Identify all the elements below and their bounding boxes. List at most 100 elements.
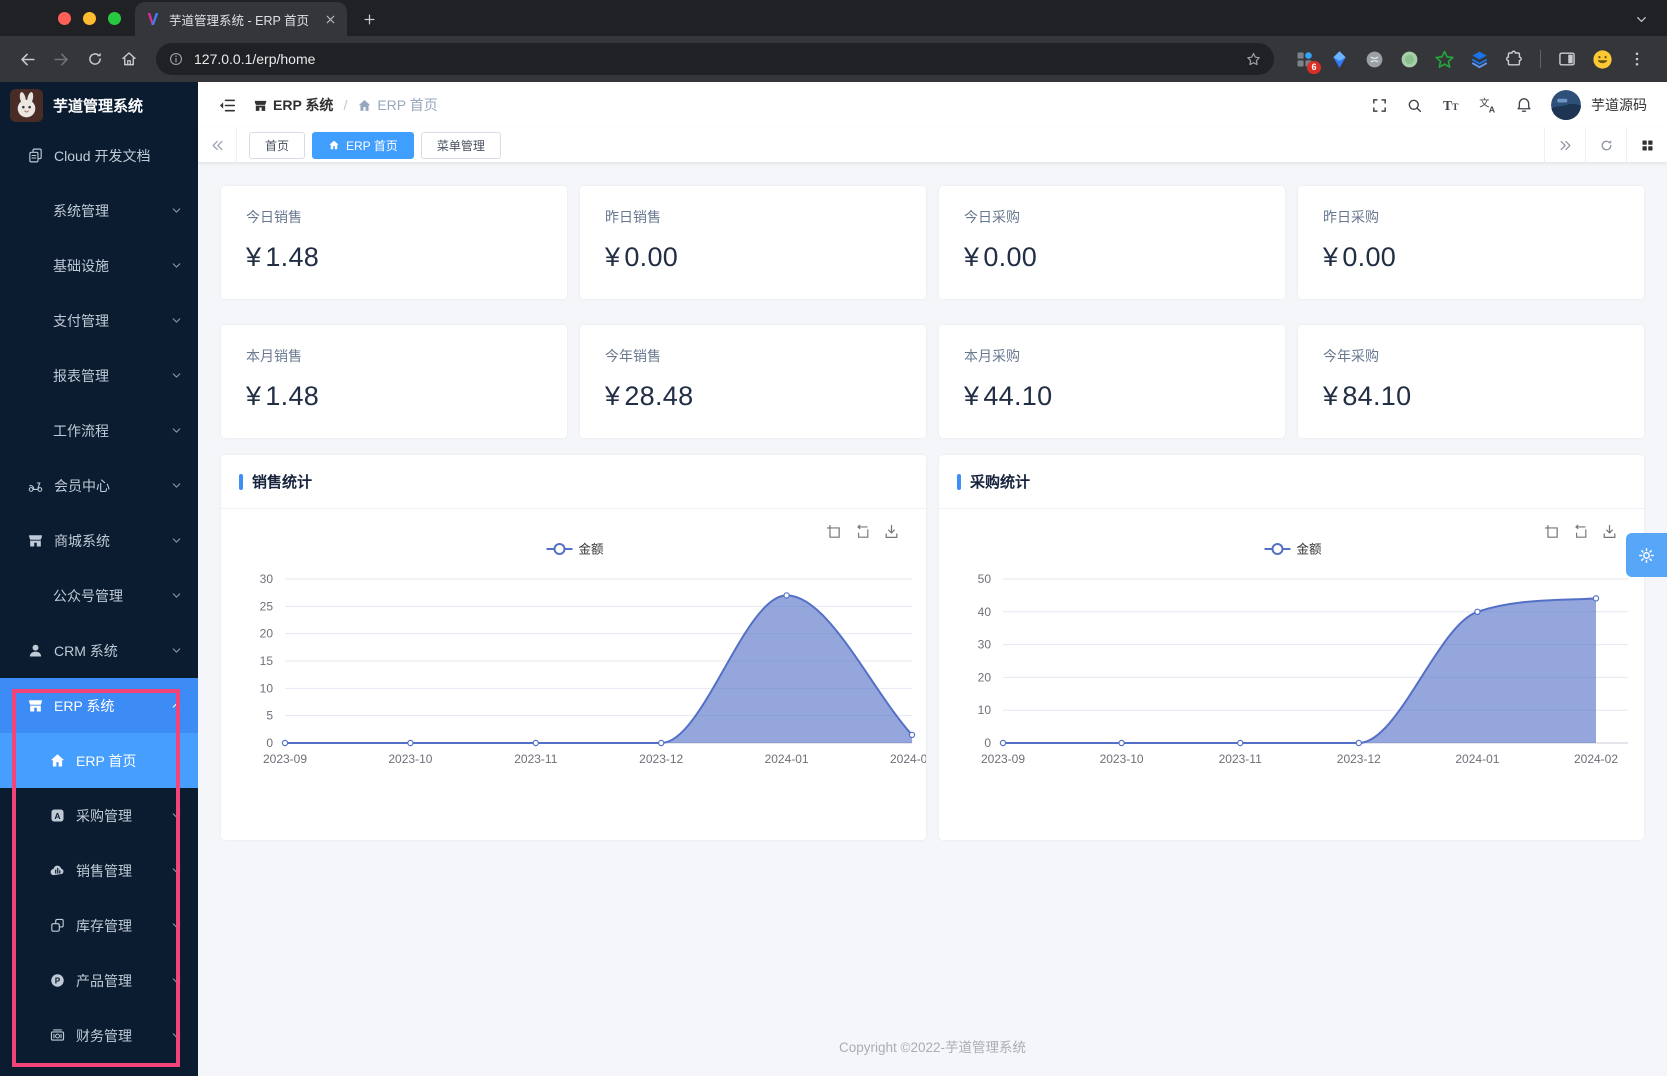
toolbox-data-zoom-icon[interactable]: [825, 523, 842, 540]
tab-erp-home[interactable]: ERP 首页: [312, 132, 414, 159]
sidebar-item-product[interactable]: P产品管理: [0, 953, 198, 1008]
extensions-grid-badge-icon[interactable]: 6: [1292, 47, 1316, 71]
search-icon[interactable]: [1406, 97, 1423, 114]
reload-icon[interactable]: [78, 42, 112, 76]
tab-menu[interactable]: 菜单管理: [421, 132, 501, 159]
sidebar-item-mp[interactable]: 公众号管理: [0, 568, 198, 623]
tab-home[interactable]: 首页: [249, 132, 305, 159]
sidebar-item-workflow[interactable]: 工作流程: [0, 403, 198, 458]
sidebar-item-purchase[interactable]: A采购管理: [0, 788, 198, 843]
sidebar-item-system[interactable]: 系统管理: [0, 183, 198, 238]
scooter-icon: [26, 477, 44, 495]
forward-icon[interactable]: [44, 42, 78, 76]
layout-grid-icon[interactable]: [1626, 128, 1667, 162]
gray-circle-icon[interactable]: [1362, 47, 1386, 71]
breadcrumb-item-0[interactable]: ERP 系统: [253, 95, 333, 115]
x-tick-label: 2023-09: [263, 752, 307, 766]
y-tick-label: 15: [260, 654, 274, 668]
sidebar-item-cloud-doc[interactable]: Cloud 开发文档: [0, 128, 198, 183]
bell-icon[interactable]: [1515, 96, 1533, 114]
back-icon[interactable]: [10, 42, 44, 76]
sidebar-item-member[interactable]: 会员中心: [0, 458, 198, 513]
side-panel-icon[interactable]: [1555, 47, 1579, 71]
layers-icon[interactable]: [1467, 47, 1491, 71]
info-icon[interactable]: [168, 51, 184, 67]
address-bar[interactable]: 127.0.0.1/erp/home: [156, 43, 1274, 75]
legend-label: 金额: [1297, 542, 1323, 557]
stat-label: 昨日销售: [605, 207, 901, 227]
url-text: 127.0.0.1/erp/home: [194, 51, 1235, 67]
tab-search-chevron-icon[interactable]: [1627, 5, 1655, 33]
green-circle-icon[interactable]: [1397, 47, 1421, 71]
currency-symbol: ¥: [964, 381, 979, 411]
new-tab-icon[interactable]: [355, 5, 383, 33]
sidebar-item-finance[interactable]: 财务管理: [0, 1008, 198, 1063]
profile-emoji-icon[interactable]: [1590, 47, 1614, 71]
refresh-tab-icon[interactable]: [1585, 128, 1626, 162]
stat-amount: 1.48: [265, 242, 319, 272]
home-icon[interactable]: [112, 42, 146, 76]
settings-gear-button[interactable]: [1626, 533, 1667, 577]
toolbox-restore-icon[interactable]: [854, 523, 871, 540]
currency-symbol: ¥: [605, 242, 620, 272]
stat-amount: 0.00: [1342, 242, 1396, 272]
chevron-up-icon: [170, 699, 183, 712]
stat-label: 昨日采购: [1323, 207, 1619, 227]
x-tick-label: 2024-01: [1455, 752, 1499, 766]
tabs-scroll-right-icon[interactable]: [1544, 128, 1585, 162]
avatar[interactable]: [1551, 90, 1581, 120]
font-size-icon[interactable]: TT: [1441, 96, 1460, 115]
sidebar-item-label: 报表管理: [53, 366, 109, 386]
sidebar-item-label: 财务管理: [76, 1026, 132, 1046]
username[interactable]: 芋道源码: [1591, 95, 1647, 115]
sidebar-item-label: ERP 首页: [76, 751, 136, 771]
sidebar-item-sale[interactable]: 销售管理: [0, 843, 198, 898]
language-icon[interactable]: 文A: [1478, 96, 1497, 115]
sidebar-item-erp-home[interactable]: ERP 首页: [0, 733, 198, 788]
currency-symbol: ¥: [605, 381, 620, 411]
browser-tab[interactable]: 芋道管理系统 - ERP 首页: [135, 2, 347, 36]
tab-close-icon[interactable]: [324, 13, 337, 26]
breadcrumb-item-1[interactable]: ERP 首页: [357, 95, 437, 115]
chart-legend[interactable]: 金额: [1265, 542, 1323, 557]
stat-value: ¥0.00: [964, 242, 1260, 273]
sidebar-item-stock[interactable]: 库存管理: [0, 898, 198, 953]
toolbox-save-image-icon[interactable]: [883, 523, 900, 540]
tabs-scroll-left-icon[interactable]: [198, 128, 237, 162]
x-tick-label: 2023-09: [981, 752, 1025, 766]
x-tick-label: 2023-11: [1219, 752, 1262, 766]
y-tick-label: 40: [978, 605, 992, 619]
app-header: ERP 系统/ERP 首页 TT 文A 芋道源码: [198, 82, 1667, 128]
chart-legend[interactable]: 金额: [547, 542, 605, 557]
sidebar-item-payment[interactable]: 支付管理: [0, 293, 198, 348]
window-zoom-button[interactable]: [108, 12, 121, 25]
sidebar-item-infra[interactable]: 基础设施: [0, 238, 198, 293]
x-tick-label: 2023-12: [1337, 752, 1381, 766]
puzzle-icon[interactable]: [1502, 47, 1526, 71]
data-point-marker: [1356, 740, 1361, 745]
green-star-icon[interactable]: [1432, 47, 1456, 71]
stat-card-today-purchase: 今日采购¥0.00: [939, 186, 1285, 299]
kite-icon[interactable]: [1327, 47, 1351, 71]
breadcrumb-label: ERP 系统: [273, 95, 333, 115]
sidebar-logo-row[interactable]: 芋道管理系统: [0, 82, 198, 128]
toolbox-save-image-icon[interactable]: [1601, 523, 1618, 540]
fullscreen-icon[interactable]: [1371, 97, 1388, 114]
window-minimize-button[interactable]: [83, 12, 96, 25]
stat-card-year-purchase: 今年采购¥84.10: [1298, 325, 1644, 438]
toolbox-restore-icon[interactable]: [1572, 523, 1589, 540]
sales-chart-title: 销售统计: [252, 471, 312, 492]
sidebar-item-erp[interactable]: ERP 系统: [0, 678, 198, 733]
sidebar-item-report[interactable]: 报表管理: [0, 348, 198, 403]
chevron-down-icon: [170, 919, 183, 932]
toolbox-data-zoom-icon[interactable]: [1543, 523, 1560, 540]
letter-a-icon: A: [48, 807, 66, 825]
sidebar-item-crm[interactable]: CRM 系统: [0, 623, 198, 678]
window-close-button[interactable]: [58, 12, 71, 25]
menu-dots-icon[interactable]: [1625, 47, 1649, 71]
sidebar-item-mall[interactable]: 商城系统: [0, 513, 198, 568]
stat-value: ¥1.48: [246, 381, 542, 412]
chart-svg-0: 0510152025302023-092023-102023-112023-12…: [221, 511, 926, 836]
fold-icon[interactable]: [218, 96, 237, 115]
bookmark-star-icon[interactable]: [1245, 51, 1262, 68]
